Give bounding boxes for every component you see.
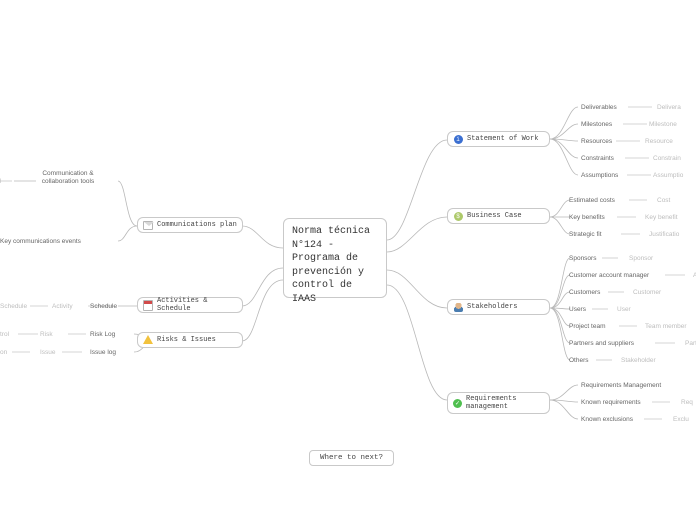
branch-label: Communications plan [157,221,237,229]
risk-leaf: Risk [40,331,53,338]
branch-right-1[interactable]: $ Business Case [447,208,550,224]
check-icon: ✓ [453,398,462,408]
sow_leaves-leaf[interactable]: Assumptions [581,172,618,179]
bc_leaves-leaf[interactable]: Estimated costs [569,197,615,204]
sow_leaves-leaf-detail: Assumptio [653,172,683,179]
act-leaf[interactable]: Schedule [90,303,117,310]
risk-leaf: Issue [40,349,56,356]
bc_leaves-leaf-detail: Justificatio [649,231,679,238]
sow_leaves-leaf-detail: Resource [645,138,673,145]
comm-tail: l [0,178,1,185]
central-title: Norma técnica N°124 - Programa de preven… [292,225,378,306]
branch-label: Business Case [467,212,522,220]
sh_leaves-leaf-detail: Part [685,340,696,347]
sh_leaves-leaf[interactable]: Project team [569,323,606,330]
central-topic[interactable]: Norma técnica N°124 - Programa de preven… [283,218,387,298]
risk-leaf: on [0,349,7,356]
sh_leaves-leaf[interactable]: Sponsors [569,255,596,262]
act-leaf-cut: Schedule [0,303,27,310]
sh_leaves-leaf[interactable]: Customer account manager [569,272,649,279]
branch-right-3[interactable]: ✓ Requirements management [447,392,550,414]
sh_leaves-leaf[interactable]: Customers [569,289,600,296]
req_leaves-leaf[interactable]: Requirements Management [581,382,661,389]
where-to-next-button[interactable]: Where to next? [309,450,394,466]
branch-right-0[interactable]: i Statement of Work [447,131,550,147]
info-icon: i [453,134,463,144]
risk-leaf: trol [0,331,9,338]
req_leaves-leaf[interactable]: Known exclusions [581,416,633,423]
branch-label: Statement of Work [467,135,538,143]
sh_leaves-leaf-detail: Team member [645,323,687,330]
sh_leaves-leaf[interactable]: Users [569,306,586,313]
money-icon: $ [453,211,463,221]
sow_leaves-leaf[interactable]: Milestones [581,121,612,128]
mail-icon [143,220,153,230]
branch-label: Risks & Issues [157,336,216,344]
sow_leaves-leaf-detail: Delivera [657,104,681,111]
bc_leaves-leaf[interactable]: Key benefits [569,214,605,221]
bc_leaves-leaf-detail: Cost [657,197,670,204]
sh_leaves-leaf-detail: Stakeholder [621,357,656,364]
sh_leaves-leaf-detail: User [617,306,631,313]
person-icon [453,302,463,312]
mindmap-canvas: Norma técnica N°124 - Programa de preven… [0,0,696,520]
bc_leaves-leaf[interactable]: Strategic fit [569,231,602,238]
sow_leaves-leaf[interactable]: Resources [581,138,612,145]
sow_leaves-leaf[interactable]: Deliverables [581,104,617,111]
sh_leaves-leaf-detail: Customer [633,289,661,296]
req_leaves-leaf-detail: Exclu [673,416,689,423]
warning-icon [143,335,153,345]
branch-left-1[interactable]: Activities & Schedule [137,297,243,313]
sow_leaves-leaf[interactable]: Constraints [581,155,614,162]
bc_leaves-leaf-detail: Key benefit [645,214,678,221]
branch-left-0[interactable]: Communications plan [137,217,243,233]
sow_leaves-leaf-detail: Milestone [649,121,677,128]
req_leaves-leaf[interactable]: Known requirements [581,399,641,406]
comm-leaf[interactable]: Communication & collaboration tools [38,170,98,186]
comm-leaf[interactable]: Key communications events [0,238,100,245]
footer-label: Where to next? [320,454,383,462]
branch-right-2[interactable]: Stakeholders [447,299,550,315]
sow_leaves-leaf-detail: Constrain [653,155,681,162]
branch-label: Activities & Schedule [157,297,237,313]
branch-label: Requirements management [466,395,544,411]
sh_leaves-leaf[interactable]: Partners and suppliers [569,340,634,347]
sh_leaves-leaf-detail: Sponsor [629,255,653,262]
calendar-icon [143,300,153,310]
risk-leaf[interactable]: Issue log [90,349,116,356]
branch-left-2[interactable]: Risks & Issues [137,332,243,348]
risk-leaf[interactable]: Risk Log [90,331,115,338]
req_leaves-leaf-detail: Req [681,399,693,406]
branch-label: Stakeholders [467,303,517,311]
act-leaf-detail: Activity [52,303,73,310]
sh_leaves-leaf[interactable]: Others [569,357,589,364]
